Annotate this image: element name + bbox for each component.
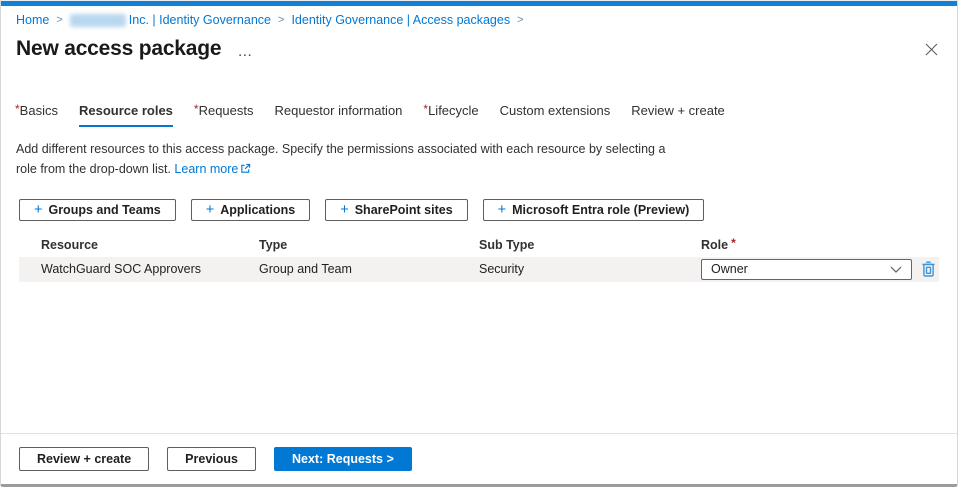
resources-table: Resource Type Sub Type Role* WatchGuard … bbox=[19, 233, 939, 282]
plus-icon: + bbox=[498, 202, 506, 218]
required-marker: * bbox=[423, 102, 428, 116]
button-label: Groups and Teams bbox=[48, 203, 160, 217]
tab-description: Add different resources to this access p… bbox=[16, 140, 671, 179]
external-link-icon bbox=[240, 163, 251, 174]
add-entra-role-button[interactable]: + Microsoft Entra role (Preview) bbox=[483, 199, 705, 221]
cell-sub-type: Security bbox=[479, 262, 701, 276]
page-title: New access package bbox=[16, 37, 221, 61]
column-header-role: Role* bbox=[701, 238, 939, 252]
plus-icon: + bbox=[206, 202, 214, 218]
plus-icon: + bbox=[34, 202, 42, 218]
breadcrumb-separator: > bbox=[278, 14, 284, 26]
cell-role: Owner bbox=[701, 259, 939, 280]
button-label: SharePoint sites bbox=[355, 203, 453, 217]
breadcrumb-directory-label: Inc. | Identity Governance bbox=[129, 13, 271, 27]
cell-type: Group and Team bbox=[259, 262, 479, 276]
breadcrumb-home-link[interactable]: Home bbox=[16, 13, 49, 27]
required-marker: * bbox=[731, 236, 736, 250]
tab-label: Requestor information bbox=[275, 103, 403, 118]
column-header-resource: Resource bbox=[19, 238, 259, 252]
breadcrumb-separator: > bbox=[56, 14, 62, 26]
plus-icon: + bbox=[340, 202, 348, 218]
add-resource-toolbar: + Groups and Teams + Applications + SharePo… bbox=[19, 199, 957, 221]
wizard-footer: Review + create Previous Next: Requests … bbox=[1, 433, 957, 484]
column-header-role-label: Role bbox=[701, 238, 728, 252]
tab-label: Basics bbox=[20, 103, 58, 118]
more-options-icon[interactable]: … bbox=[237, 41, 253, 57]
required-marker: * bbox=[15, 102, 20, 116]
tab-resource-roles[interactable]: Resource roles bbox=[79, 103, 173, 127]
role-select[interactable]: Owner bbox=[701, 259, 912, 280]
tab-label: Requests bbox=[199, 103, 254, 118]
trash-icon bbox=[921, 260, 936, 278]
column-header-type: Type bbox=[259, 238, 479, 252]
blade-header: New access package … bbox=[16, 37, 942, 61]
tab-label: Lifecycle bbox=[428, 103, 479, 118]
role-selected-value: Owner bbox=[711, 262, 748, 276]
button-label: Microsoft Entra role (Preview) bbox=[512, 203, 689, 217]
tab-label: Resource roles bbox=[79, 103, 173, 118]
tab-label: Review + create bbox=[631, 103, 725, 118]
next-requests-button[interactable]: Next: Requests > bbox=[274, 447, 412, 471]
add-groups-and-teams-button[interactable]: + Groups and Teams bbox=[19, 199, 176, 221]
cell-resource: WatchGuard SOC Approvers bbox=[19, 262, 259, 276]
tab-custom-extensions[interactable]: Custom extensions bbox=[500, 103, 611, 127]
breadcrumb: Home > Inc. | Identity Governance > Iden… bbox=[16, 13, 957, 27]
delete-resource-button[interactable] bbox=[921, 260, 936, 278]
close-icon[interactable] bbox=[921, 41, 942, 58]
tab-basics[interactable]: *Basics bbox=[15, 103, 58, 127]
chevron-down-icon bbox=[890, 266, 902, 273]
portal-top-accent-bar bbox=[1, 1, 957, 6]
tab-lifecycle[interactable]: *Lifecycle bbox=[423, 103, 478, 127]
tab-label: Custom extensions bbox=[500, 103, 611, 118]
description-text: Add different resources to this access p… bbox=[16, 142, 665, 175]
add-applications-button[interactable]: + Applications bbox=[191, 199, 310, 221]
breadcrumb-directory-link[interactable]: Inc. | Identity Governance bbox=[70, 13, 271, 27]
redacted-tenant-name bbox=[70, 14, 126, 27]
learn-more-label: Learn more bbox=[174, 162, 238, 176]
add-sharepoint-sites-button[interactable]: + SharePoint sites bbox=[325, 199, 467, 221]
tab-requests[interactable]: *Requests bbox=[194, 103, 254, 127]
new-access-package-blade: Home > Inc. | Identity Governance > Iden… bbox=[0, 0, 958, 487]
review-create-button[interactable]: Review + create bbox=[19, 447, 149, 471]
button-label: Applications bbox=[220, 203, 295, 217]
learn-more-link[interactable]: Learn more bbox=[174, 162, 251, 176]
table-row: WatchGuard SOC Approvers Group and Team … bbox=[19, 257, 939, 282]
required-marker: * bbox=[194, 102, 199, 116]
tab-requestor-information[interactable]: Requestor information bbox=[275, 103, 403, 127]
previous-button[interactable]: Previous bbox=[167, 447, 256, 471]
breadcrumb-separator: > bbox=[517, 14, 523, 26]
table-header-row: Resource Type Sub Type Role* bbox=[19, 233, 939, 257]
column-header-sub-type: Sub Type bbox=[479, 238, 701, 252]
wizard-tabs: *Basics Resource roles *Requests Request… bbox=[15, 103, 957, 127]
tab-review-create[interactable]: Review + create bbox=[631, 103, 725, 127]
breadcrumb-access-packages-link[interactable]: Identity Governance | Access packages bbox=[291, 13, 510, 27]
